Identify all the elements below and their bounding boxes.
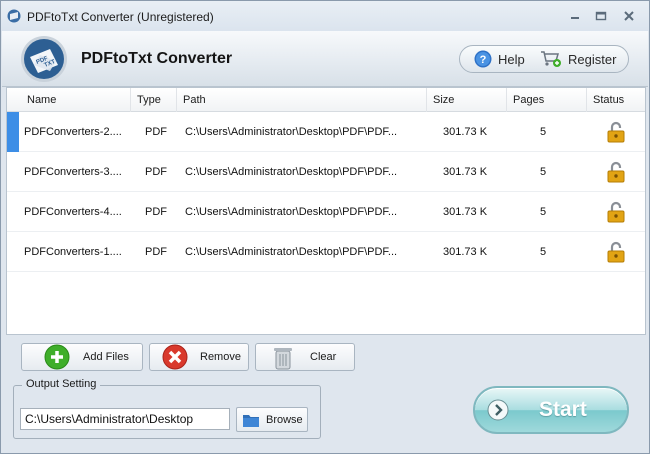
- cart-icon: [541, 51, 561, 67]
- unlock-icon: [607, 201, 625, 223]
- output-setting-group: Output Setting Browse: [13, 378, 321, 439]
- cell-type: PDF: [145, 246, 167, 258]
- cell-pages: 5: [540, 246, 547, 258]
- table-row[interactable]: PDFConverters-3.... PDF C:\Users\Adminis…: [7, 152, 645, 192]
- play-arrow-icon: [487, 399, 509, 421]
- app-name: PDFtoTxt Converter: [81, 50, 233, 67]
- help-button[interactable]: ? Help: [474, 46, 525, 72]
- register-label: Register: [568, 51, 617, 67]
- add-files-label: Add Files: [83, 351, 129, 363]
- close-icon[interactable]: [621, 9, 637, 23]
- remove-label: Remove: [200, 351, 241, 363]
- column-header-path[interactable]: Path: [177, 88, 427, 112]
- browse-button[interactable]: Browse: [236, 407, 308, 432]
- header-buttons: ? Help Register: [459, 45, 629, 73]
- trash-icon: [274, 348, 292, 370]
- cell-size: 301.73 K: [443, 206, 488, 218]
- cell-path: C:\Users\Administrator\Desktop\PDF\PDF..…: [185, 246, 398, 258]
- table-row[interactable]: PDFConverters-2.... PDF C:\Users\Adminis…: [7, 112, 645, 152]
- cell-pages: 5: [540, 126, 547, 138]
- cell-pages: 5: [540, 166, 547, 178]
- maximize-icon[interactable]: [593, 9, 609, 23]
- clear-button[interactable]: Clear: [255, 343, 355, 371]
- column-header-type[interactable]: Type: [131, 88, 177, 112]
- file-list: Name Type Path Size Pages Status PDFConv…: [6, 87, 646, 335]
- app-icon: [7, 9, 21, 23]
- cell-path: C:\Users\Administrator\Desktop\PDF\PDF..…: [185, 206, 398, 218]
- app-header: PDF TXT PDFtoTxt Converter ? Help Regist…: [2, 31, 648, 87]
- remove-button[interactable]: Remove: [149, 343, 249, 371]
- unlock-icon: [607, 241, 625, 263]
- folder-icon: [243, 414, 259, 427]
- cell-type: PDF: [145, 166, 167, 178]
- app-window: PDFtoTxt Converter (Unregistered) PDF TX…: [0, 0, 650, 454]
- clear-label: Clear: [310, 351, 337, 363]
- cell-size: 301.73 K: [443, 246, 488, 258]
- cell-size: 301.73 K: [443, 166, 488, 178]
- cell-path: C:\Users\Administrator\Desktop\PDF\PDF..…: [185, 126, 398, 138]
- table-row[interactable]: PDFConverters-4.... PDF C:\Users\Adminis…: [7, 192, 645, 232]
- register-button[interactable]: Register: [540, 46, 616, 72]
- row-selection-marker: [7, 112, 19, 152]
- cell-type: PDF: [145, 206, 167, 218]
- output-path-input[interactable]: [20, 408, 230, 430]
- cell-name: PDFConverters-3....: [24, 166, 122, 178]
- cell-name: PDFConverters-1....: [24, 246, 122, 258]
- unlock-icon: [607, 161, 625, 183]
- help-icon: ?: [474, 50, 492, 68]
- column-header-size[interactable]: Size: [427, 88, 507, 112]
- file-list-header: Name Type Path Size Pages Status: [7, 88, 645, 112]
- cell-name: PDFConverters-4....: [24, 206, 122, 218]
- column-header-name[interactable]: Name: [21, 88, 131, 112]
- column-header-pages[interactable]: Pages: [507, 88, 587, 112]
- table-row[interactable]: PDFConverters-1.... PDF C:\Users\Adminis…: [7, 232, 645, 272]
- action-bar: Add Files Remove Clear: [2, 337, 648, 375]
- title-bar: PDFtoTxt Converter (Unregistered): [1, 1, 649, 31]
- cell-name: PDFConverters-2....: [24, 126, 122, 138]
- column-header-status[interactable]: Status: [587, 88, 645, 112]
- remove-icon: [162, 344, 188, 370]
- cell-pages: 5: [540, 206, 547, 218]
- app-logo: PDF TXT: [21, 36, 67, 82]
- start-label: Start: [539, 398, 587, 421]
- start-button[interactable]: Start: [473, 386, 629, 434]
- browse-label: Browse: [266, 413, 303, 426]
- svg-text:?: ?: [480, 54, 487, 66]
- unlock-icon: [607, 121, 625, 143]
- add-icon: [44, 344, 70, 370]
- cell-type: PDF: [145, 126, 167, 138]
- cell-size: 301.73 K: [443, 126, 488, 138]
- output-setting-legend: Output Setting: [22, 378, 101, 390]
- help-label: Help: [498, 51, 525, 67]
- minimize-icon[interactable]: [567, 9, 583, 23]
- window-title: PDFtoTxt Converter (Unregistered): [27, 10, 214, 24]
- cell-path: C:\Users\Administrator\Desktop\PDF\PDF..…: [185, 166, 398, 178]
- add-files-button[interactable]: Add Files: [21, 343, 143, 371]
